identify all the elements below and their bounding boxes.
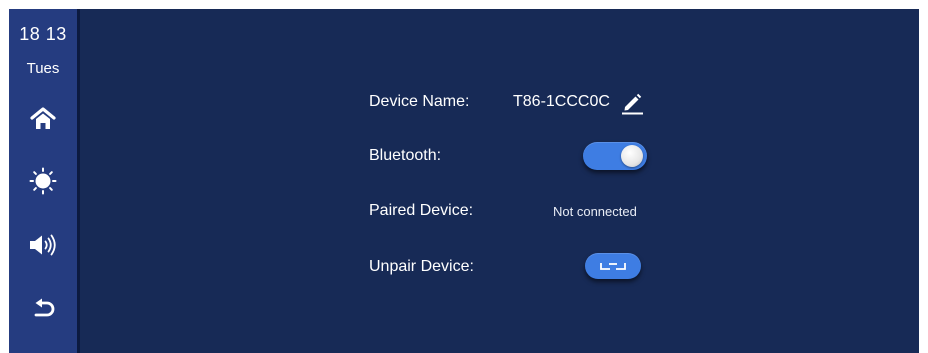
speaker-icon xyxy=(30,234,56,256)
sidebar: 18 13 Tues xyxy=(9,9,77,353)
sidebar-divider xyxy=(77,9,80,353)
clock-time: 18 13 xyxy=(19,24,67,44)
back-arrow-icon xyxy=(34,298,55,317)
bluetooth-label: Bluetooth: xyxy=(369,147,442,164)
settings-screen: 18 13 Tues Device Name: T86-1CCC0C Bluet… xyxy=(9,9,919,353)
sun-icon xyxy=(29,167,57,195)
brightness-button[interactable] xyxy=(23,163,63,199)
device-name-label: Device Name: xyxy=(369,93,470,110)
volume-button[interactable] xyxy=(23,227,63,263)
paired-device-label: Paired Device: xyxy=(369,202,474,219)
bluetooth-toggle[interactable] xyxy=(583,142,647,170)
edit-device-name-button[interactable] xyxy=(621,91,645,115)
clock-day: Tues xyxy=(26,60,60,77)
home-icon xyxy=(30,107,56,129)
back-button[interactable] xyxy=(23,291,63,327)
device-name-value: T86-1CCC0C xyxy=(513,93,610,110)
toggle-knob xyxy=(621,145,643,167)
paired-device-value: Not connected xyxy=(553,204,637,219)
unpair-device-label: Unpair Device: xyxy=(369,258,474,275)
unlink-icon xyxy=(600,263,626,270)
edit-pencil-icon xyxy=(622,93,643,115)
unpair-button[interactable] xyxy=(585,253,641,279)
home-button[interactable] xyxy=(23,101,63,137)
